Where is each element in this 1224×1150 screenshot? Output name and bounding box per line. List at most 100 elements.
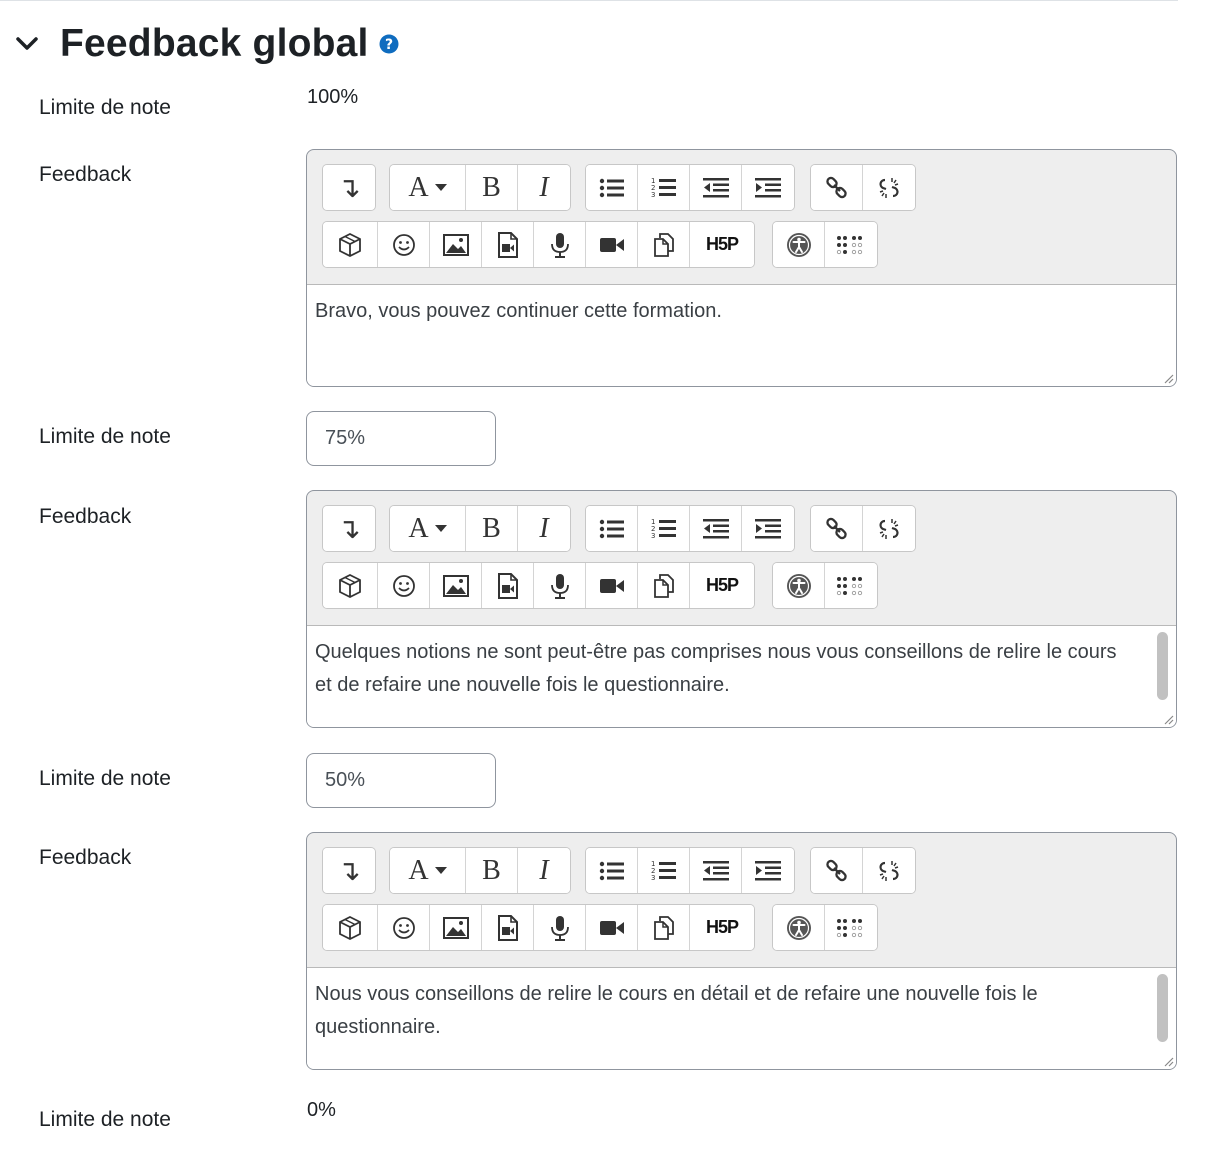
image-icon bbox=[442, 916, 469, 939]
link-icon bbox=[825, 859, 847, 881]
link-button[interactable] bbox=[811, 506, 863, 551]
ordered-list-button[interactable]: 123 bbox=[638, 506, 690, 551]
media-file-button[interactable] bbox=[482, 222, 534, 267]
font-style-button[interactable]: A bbox=[390, 848, 466, 893]
italic-button[interactable]: I bbox=[518, 506, 570, 551]
resize-handle-icon[interactable] bbox=[1162, 372, 1174, 384]
editor-content[interactable]: Bravo, vous pouvez continuer cette forma… bbox=[307, 284, 1176, 386]
font-style-button[interactable]: A bbox=[390, 506, 466, 551]
screenreader-helper-button[interactable] bbox=[825, 563, 877, 608]
grade-boundary-label: Limite de note bbox=[39, 1108, 171, 1131]
grade-boundary-input[interactable] bbox=[306, 753, 496, 808]
grade-boundary-input[interactable] bbox=[306, 411, 496, 466]
record-audio-button[interactable] bbox=[534, 563, 586, 608]
screenreader-helper-button[interactable] bbox=[825, 222, 877, 267]
outdent-button[interactable] bbox=[690, 506, 742, 551]
image-button[interactable] bbox=[430, 222, 482, 267]
file-video-icon bbox=[497, 914, 518, 941]
accessibility-checker-button[interactable] bbox=[773, 563, 825, 608]
ordered-list-button[interactable]: 123 bbox=[638, 848, 690, 893]
italic-icon: I bbox=[539, 854, 549, 886]
link-button[interactable] bbox=[811, 848, 863, 893]
feedback-editor: ↴ A B I 123 H5P bbox=[306, 832, 1177, 1070]
editor-toolbar: ↴ A B I 123 H5P bbox=[307, 833, 1176, 967]
ordered-list-icon: 123 bbox=[651, 860, 676, 882]
grade-boundary-label: Limite de note bbox=[39, 96, 171, 119]
video-camera-icon bbox=[599, 237, 624, 252]
image-button[interactable] bbox=[430, 563, 482, 608]
link-button[interactable] bbox=[811, 165, 863, 210]
scrollbar-thumb[interactable] bbox=[1157, 974, 1168, 1042]
indent-button[interactable] bbox=[742, 165, 794, 210]
media-block-button[interactable] bbox=[323, 563, 378, 608]
h5p-button[interactable]: H5P bbox=[690, 905, 754, 950]
editor-content[interactable]: Nous vous conseillons de relire le cours… bbox=[307, 967, 1176, 1069]
italic-button[interactable]: I bbox=[518, 848, 570, 893]
h5p-button[interactable]: H5P bbox=[690, 563, 754, 608]
record-audio-button[interactable] bbox=[534, 222, 586, 267]
unordered-list-button[interactable] bbox=[586, 506, 638, 551]
feedback-label: Feedback bbox=[39, 163, 132, 186]
bold-button[interactable]: B bbox=[466, 848, 518, 893]
unlink-button[interactable] bbox=[863, 506, 915, 551]
italic-button[interactable]: I bbox=[518, 165, 570, 210]
emoji-button[interactable] bbox=[378, 905, 430, 950]
media-block-button[interactable] bbox=[323, 222, 378, 267]
bold-icon: B bbox=[482, 512, 501, 544]
bold-button[interactable]: B bbox=[466, 165, 518, 210]
emoji-button[interactable] bbox=[378, 563, 430, 608]
accessibility-icon bbox=[786, 232, 811, 257]
outdent-icon bbox=[702, 860, 729, 880]
bold-button[interactable]: B bbox=[466, 506, 518, 551]
font-style-button[interactable]: A bbox=[390, 165, 466, 210]
video-camera-icon bbox=[599, 920, 624, 935]
collapse-toolbar-button[interactable]: ↴ bbox=[323, 848, 375, 893]
feedback-editor: ↴ A B I 123 H5P bbox=[306, 149, 1177, 387]
manage-files-button[interactable] bbox=[638, 222, 690, 267]
media-file-button[interactable] bbox=[482, 563, 534, 608]
collapse-toolbar-button[interactable]: ↴ bbox=[323, 165, 375, 210]
image-button[interactable] bbox=[430, 905, 482, 950]
accessibility-checker-button[interactable] bbox=[773, 222, 825, 267]
record-video-button[interactable] bbox=[586, 905, 638, 950]
scrollbar-thumb[interactable] bbox=[1157, 632, 1168, 700]
resize-handle-icon[interactable] bbox=[1162, 1055, 1174, 1067]
bold-icon: B bbox=[482, 171, 501, 203]
file-video-icon bbox=[497, 572, 518, 599]
accessibility-checker-button[interactable] bbox=[773, 905, 825, 950]
manage-files-button[interactable] bbox=[638, 563, 690, 608]
record-video-button[interactable] bbox=[586, 222, 638, 267]
braille-icon bbox=[836, 576, 863, 595]
unlink-button[interactable] bbox=[863, 848, 915, 893]
editor-content[interactable]: Quelques notions ne sont peut-être pas c… bbox=[307, 625, 1176, 727]
indent-button[interactable] bbox=[742, 506, 794, 551]
manage-files-button[interactable] bbox=[638, 905, 690, 950]
accessibility-icon bbox=[786, 915, 811, 940]
indent-icon bbox=[755, 860, 781, 880]
indent-button[interactable] bbox=[742, 848, 794, 893]
chevron-down-icon[interactable] bbox=[14, 31, 40, 57]
outdent-button[interactable] bbox=[690, 848, 742, 893]
unlink-icon bbox=[879, 177, 899, 198]
media-file-button[interactable] bbox=[482, 905, 534, 950]
unordered-list-button[interactable] bbox=[586, 165, 638, 210]
screenreader-helper-button[interactable] bbox=[825, 905, 877, 950]
media-block-button[interactable] bbox=[323, 905, 378, 950]
collapse-icon: ↴ bbox=[337, 513, 361, 545]
cube-icon bbox=[339, 573, 361, 598]
record-video-button[interactable] bbox=[586, 563, 638, 608]
outdent-button[interactable] bbox=[690, 165, 742, 210]
h5p-button[interactable]: H5P bbox=[690, 222, 754, 267]
unordered-list-button[interactable] bbox=[586, 848, 638, 893]
unlink-icon bbox=[879, 860, 899, 881]
emoji-button[interactable] bbox=[378, 222, 430, 267]
ordered-list-button[interactable]: 123 bbox=[638, 165, 690, 210]
resize-handle-icon[interactable] bbox=[1162, 713, 1174, 725]
question-circle-icon[interactable]: ? bbox=[379, 34, 399, 59]
unlink-button[interactable] bbox=[863, 165, 915, 210]
collapse-toolbar-button[interactable]: ↴ bbox=[323, 506, 375, 551]
grade-boundary-label: Limite de note bbox=[39, 425, 171, 448]
record-audio-button[interactable] bbox=[534, 905, 586, 950]
unordered-list-icon bbox=[599, 519, 624, 538]
feedback-text: Bravo, vous pouvez continuer cette forma… bbox=[315, 300, 722, 322]
